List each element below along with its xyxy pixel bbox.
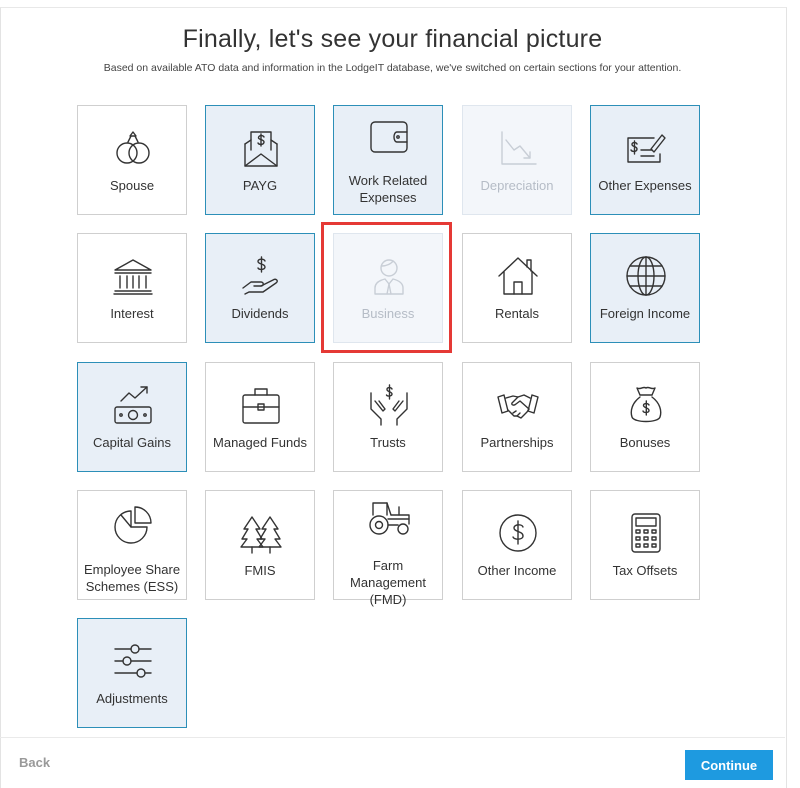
tile-label: Work Related Expenses (348, 173, 428, 205)
page-title: Finally, let's see your financial pictur… (182, 25, 603, 53)
tile-label: Spouse (109, 177, 155, 193)
tile-farm-management[interactable]: Farm Management (FMD) (333, 490, 443, 607)
tile-foreign-income[interactable]: Foreign Income (590, 233, 700, 343)
tile-label: Tax Offsets (612, 562, 678, 578)
back-button[interactable]: Back (19, 755, 50, 770)
tile-work-related-expenses[interactable]: Work Related Expenses (333, 105, 443, 215)
tile-rentals[interactable]: Rentals (462, 233, 572, 343)
tile-fmis[interactable]: FMIS (205, 490, 315, 600)
tile-tax-offsets[interactable]: Tax Offsets (590, 490, 700, 600)
tile-label: Dividends (231, 305, 289, 321)
tile-partnerships[interactable]: Partnerships (462, 362, 572, 472)
tile-label: Other Expenses (598, 177, 692, 193)
tile-label: Employee Share Schemes (ESS) (83, 562, 181, 594)
tile-other-expenses[interactable]: Other Expenses (590, 105, 700, 215)
tile-label: Trusts (370, 434, 406, 450)
tile-label: Managed Funds (213, 434, 307, 450)
tile-label: Interest (110, 305, 154, 321)
tile-label: Other Income (477, 562, 557, 578)
continue-button[interactable]: Continue (685, 750, 773, 780)
tile-adjustments[interactable]: Adjustments (77, 618, 187, 728)
tile-interest[interactable]: Interest (77, 233, 187, 343)
tile-label: Farm Management (FMD) (350, 557, 426, 607)
tile-label: Bonuses (619, 434, 671, 450)
tile-dividends[interactable]: Dividends (205, 233, 315, 343)
tile-capital-gains[interactable]: Capital Gains (77, 362, 187, 472)
tile-label: Rentals (494, 305, 540, 321)
tile-trusts[interactable]: Trusts (333, 362, 443, 472)
tile-other-income[interactable]: Other Income (462, 490, 572, 600)
tile-payg[interactable]: PAYG (205, 105, 315, 215)
tile-label: Adjustments (96, 690, 168, 706)
tile-employee-share-schemes[interactable]: Employee Share Schemes (ESS) (77, 490, 187, 600)
tile-depreciation[interactable]: Depreciation (462, 105, 572, 215)
tile-business[interactable]: Business (333, 233, 443, 343)
tile-bonuses[interactable]: Bonuses (590, 362, 700, 472)
tile-spouse[interactable]: Spouse (77, 105, 187, 215)
tile-label: PAYG (242, 177, 278, 193)
tile-managed-funds[interactable]: Managed Funds (205, 362, 315, 472)
tile-label: Business (361, 305, 415, 321)
tile-label: Foreign Income (599, 305, 691, 321)
tile-label: FMIS (244, 562, 276, 578)
tile-label: Partnerships (480, 434, 554, 450)
tile-label: Depreciation (480, 177, 554, 193)
tile-label: Capital Gains (92, 434, 172, 450)
footer-bar (0, 737, 785, 788)
page-subtitle: Based on available ATO data and informat… (103, 62, 682, 74)
